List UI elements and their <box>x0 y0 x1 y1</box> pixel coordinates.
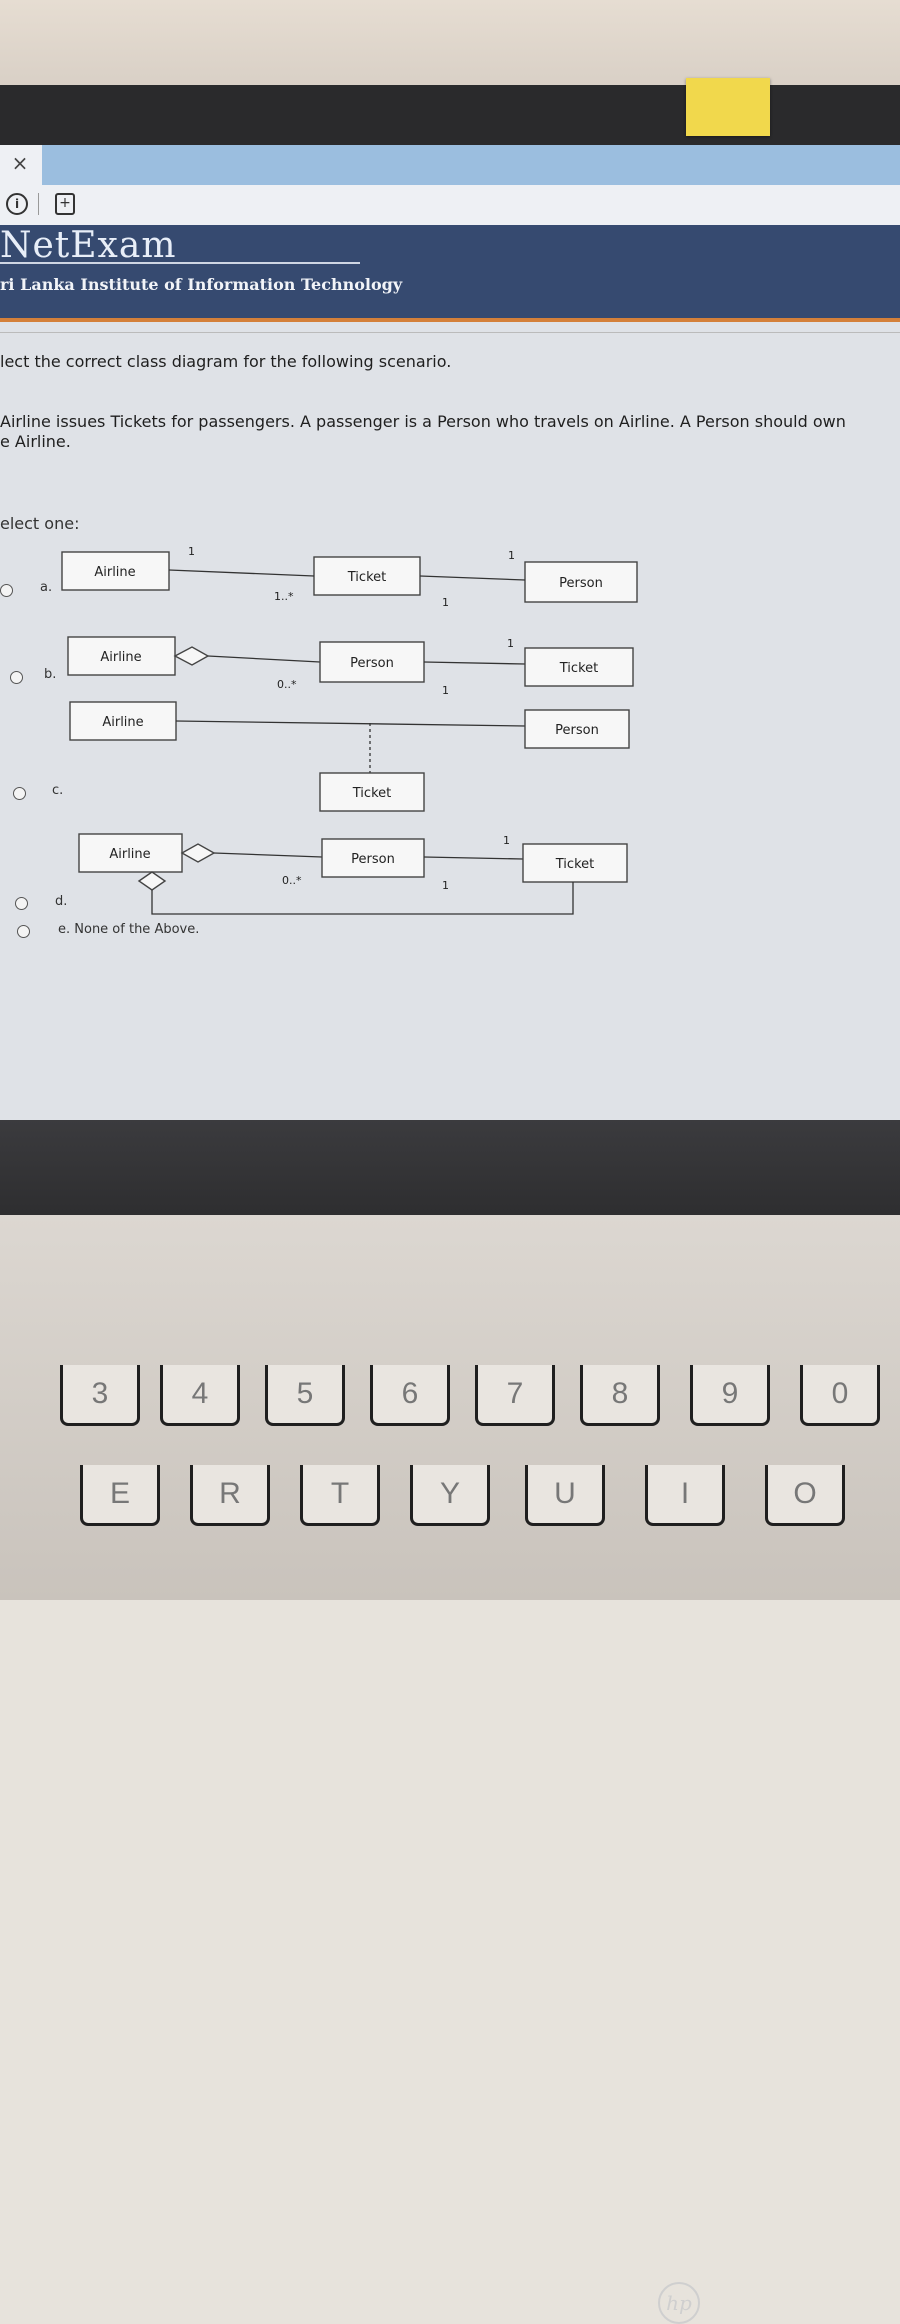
class-name: Airline <box>94 565 135 580</box>
class-name: Ticket <box>555 857 594 872</box>
question-content: lect the correct class diagram for the f… <box>0 322 900 1130</box>
class-name: Airline <box>109 847 150 862</box>
class-diagrams: Airline Ticket Person 1 1..* 1 1 Airline… <box>61 545 638 915</box>
info-icon[interactable]: i <box>6 193 28 215</box>
key-9[interactable]: 9 <box>690 1365 770 1426</box>
diagram-c[interactable]: Airline Person Ticket <box>69 701 630 812</box>
close-icon[interactable]: × <box>8 151 32 175</box>
laptop-bottom-bezel: hp <box>0 1120 900 2324</box>
multiplicity-label: 0..* <box>282 874 302 887</box>
toolbar-divider <box>38 193 39 215</box>
aggregation-diamond <box>180 843 216 863</box>
aggregation-diamond <box>137 871 167 891</box>
multiplicity-label: 1 <box>442 596 449 609</box>
association-line <box>175 720 526 727</box>
key-i[interactable]: I <box>645 1465 725 1526</box>
class-name: Ticket <box>347 570 386 585</box>
site-header: NetExam ri Lanka Institute of Informatio… <box>0 225 900 318</box>
multiplicity-label: 1 <box>188 545 195 558</box>
association-line <box>419 575 526 581</box>
key-4[interactable]: 4 <box>160 1365 240 1426</box>
sticky-note <box>686 78 770 136</box>
active-tab[interactable] <box>42 145 900 185</box>
institute-name: ri Lanka Institute of Information Techno… <box>0 275 403 294</box>
multiplicity-label: 0..* <box>277 678 297 691</box>
class-name: Person <box>351 852 395 867</box>
multiplicity-label: 1 <box>442 684 449 697</box>
background-wall <box>0 0 900 85</box>
key-0[interactable]: 0 <box>800 1365 880 1426</box>
laptop-keyboard: 3 4 5 6 7 8 9 0 E R T Y U I O <box>0 1215 900 1600</box>
multiplicity-label: 1 <box>442 879 449 892</box>
multiplicity-label: 1..* <box>274 590 294 603</box>
diagram-b[interactable]: Airline Person Ticket 0..* 1 1 <box>67 636 634 697</box>
class-name: Airline <box>102 715 143 730</box>
diagram-a[interactable]: Airline Ticket Person 1 1..* 1 1 <box>61 545 638 609</box>
key-r[interactable]: R <box>190 1465 270 1526</box>
class-name: Ticket <box>352 786 391 801</box>
key-7[interactable]: 7 <box>475 1365 555 1426</box>
association-line <box>423 661 526 665</box>
key-5[interactable]: 5 <box>265 1365 345 1426</box>
class-name: Person <box>555 723 599 738</box>
netexam-logo[interactable]: NetExam <box>0 225 176 266</box>
hp-logo: hp <box>658 2282 700 2324</box>
key-8[interactable]: 8 <box>580 1365 660 1426</box>
association-line <box>207 655 321 663</box>
key-6[interactable]: 6 <box>370 1365 450 1426</box>
browser-tab-bar: × <box>0 145 900 185</box>
key-u[interactable]: U <box>525 1465 605 1526</box>
new-tab-icon[interactable]: + <box>55 193 75 215</box>
association-line <box>423 856 524 860</box>
class-name: Airline <box>100 650 141 665</box>
key-y[interactable]: Y <box>410 1465 490 1526</box>
header-divider <box>0 262 360 264</box>
diagram-d[interactable]: Airline Person Ticket 0..* 1 1 <box>78 833 628 915</box>
class-name: Person <box>350 656 394 671</box>
key-3[interactable]: 3 <box>60 1365 140 1426</box>
multiplicity-label: 1 <box>508 549 515 562</box>
association-line <box>213 852 323 858</box>
multiplicity-label: 1 <box>507 637 514 650</box>
association-line <box>151 882 574 915</box>
class-name: Ticket <box>559 661 598 676</box>
association-line <box>168 569 315 577</box>
class-name: Person <box>559 576 603 591</box>
multiplicity-label: 1 <box>503 834 510 847</box>
key-o[interactable]: O <box>765 1465 845 1526</box>
browser-toolbar: i + <box>0 185 900 225</box>
aggregation-diamond <box>173 646 210 666</box>
laptop-screen: × i + NetExam ri Lanka Institute of Info… <box>0 145 900 1130</box>
key-t[interactable]: T <box>300 1465 380 1526</box>
key-e[interactable]: E <box>80 1465 160 1526</box>
